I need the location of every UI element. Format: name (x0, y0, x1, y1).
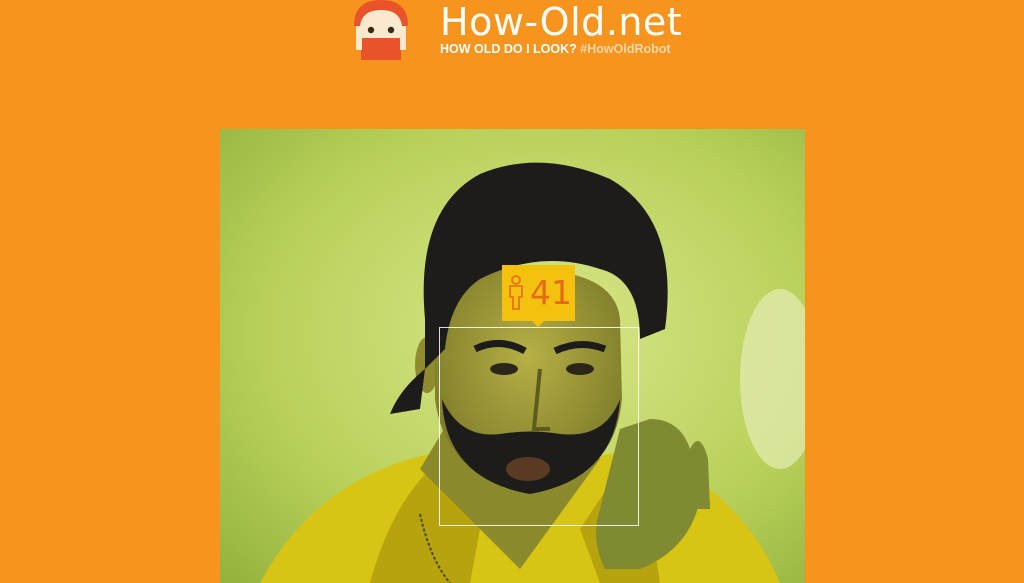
subtitle-question: HOW OLD DO I LOOK? (440, 42, 577, 56)
face-detection-box (439, 327, 639, 526)
site-subtitle: HOW OLD DO I LOOK? #HowOldRobot (440, 42, 682, 57)
site-title[interactable]: How-Old.net (440, 2, 682, 42)
logo-text: How-Old.net HOW OLD DO I LOOK? #HowOldRo… (440, 0, 682, 57)
site-header: How-Old.net HOW OLD DO I LOOK? #HowOldRo… (350, 0, 682, 62)
robot-face-icon[interactable] (350, 0, 412, 62)
page: How-Old.net HOW OLD DO I LOOK? #HowOldRo… (0, 0, 1024, 583)
age-badge: 41 (502, 265, 575, 327)
age-value: 41 (530, 273, 572, 312)
subtitle-hashtag[interactable]: #HowOldRobot (580, 42, 670, 56)
male-person-icon (505, 275, 527, 311)
